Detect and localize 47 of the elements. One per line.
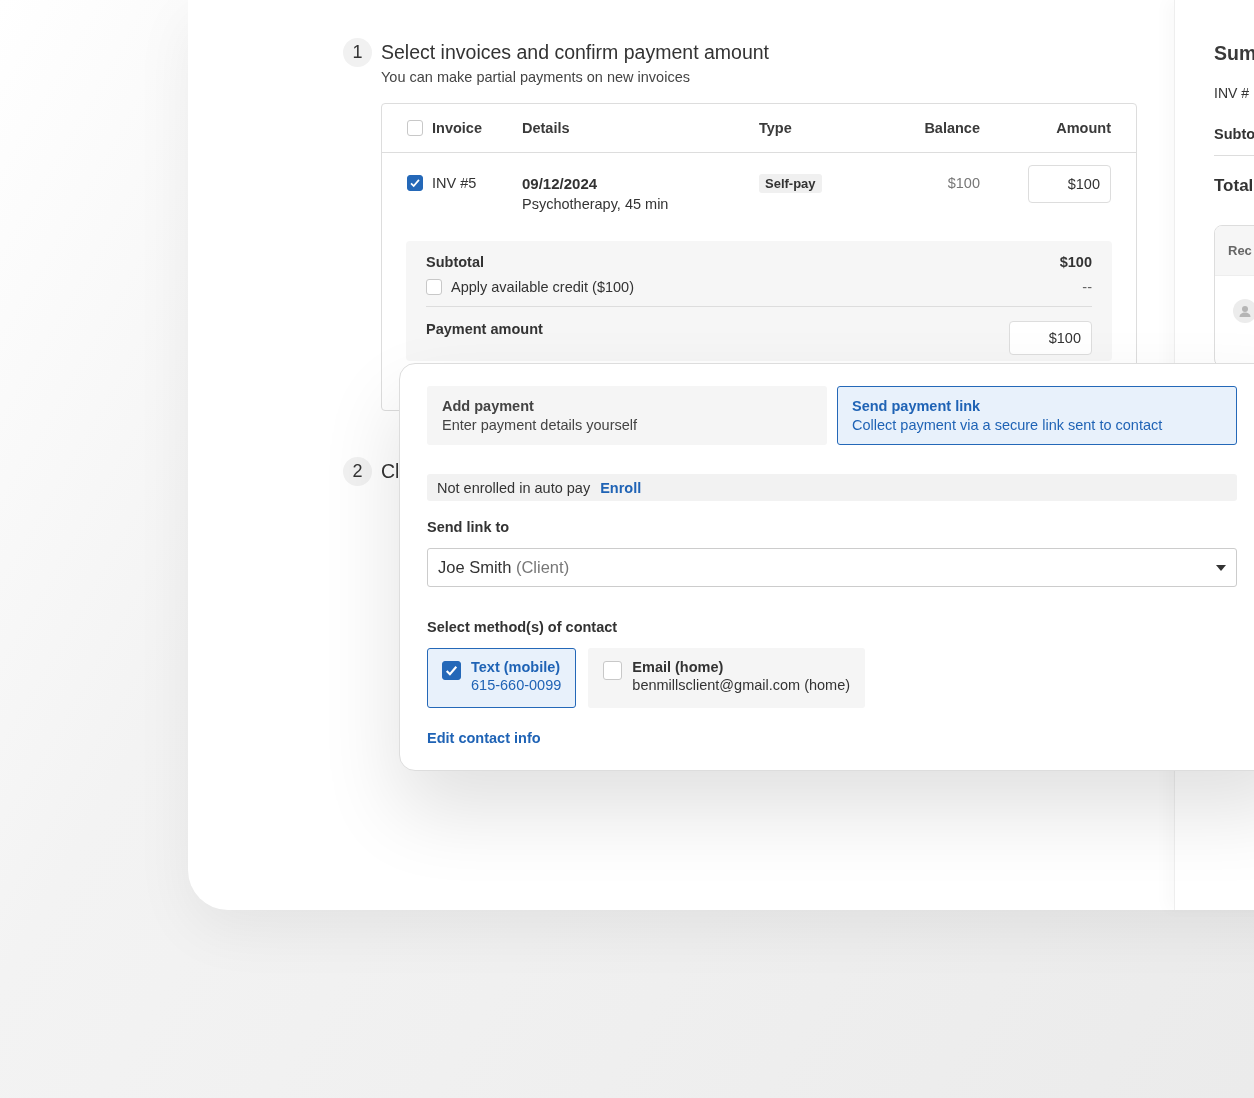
step-subtitle: You can make partial payments on new invoices bbox=[381, 69, 691, 85]
avatar-icon bbox=[1233, 299, 1254, 323]
select-all-checkbox[interactable] bbox=[407, 120, 423, 136]
step-title: Cl bbox=[381, 460, 400, 483]
service-name: Psychotherapy, 45 min bbox=[522, 196, 670, 212]
summary-line: INV # bbox=[1214, 85, 1250, 101]
enroll-link[interactable]: Enroll bbox=[600, 479, 642, 496]
edit-contact-link[interactable]: Edit contact info bbox=[427, 730, 541, 746]
methods-label: Select method(s) of contact bbox=[427, 619, 619, 635]
summary-subtotal: Subto bbox=[1214, 126, 1254, 156]
contact-method-option[interactable]: Text (mobile) 615-660-0099 bbox=[427, 648, 577, 708]
method-title: Email (home) bbox=[632, 659, 725, 675]
autopay-status: Not enrolled in auto pay bbox=[437, 479, 591, 496]
credit-value: -- bbox=[1082, 279, 1092, 295]
step-number: 1 bbox=[343, 38, 372, 67]
method-title: Text (mobile) bbox=[471, 659, 562, 675]
step-number: 2 bbox=[343, 457, 372, 486]
column-header: Details bbox=[522, 120, 570, 136]
column-header: Invoice bbox=[432, 120, 482, 136]
payment-option[interactable]: Send payment link Collect payment via a secure link sent to contact bbox=[837, 386, 1237, 445]
invoice-number: INV #5 bbox=[432, 175, 477, 191]
subtotal-value: $100 bbox=[1059, 254, 1092, 270]
column-header: Type bbox=[759, 120, 792, 136]
method-checkbox[interactable] bbox=[603, 661, 623, 680]
contact-method-option[interactable]: Email (home) benmillsclient@gmail.com (home) bbox=[588, 648, 866, 708]
credit-label: Apply available credit ($100) bbox=[451, 279, 634, 295]
method-detail: 615-660-0099 bbox=[471, 677, 562, 693]
summary-total: Total bbox=[1214, 176, 1254, 196]
subtotal-label: Subtotal bbox=[426, 254, 484, 270]
step-title: Select invoices and confirm payment amount bbox=[381, 41, 770, 64]
column-header: Balance bbox=[924, 120, 980, 136]
caret-icon bbox=[1216, 564, 1226, 571]
send-to-label: Send link to bbox=[427, 519, 511, 535]
payment-amount-label: Payment amount bbox=[426, 321, 543, 337]
balance-cell: $100 bbox=[947, 175, 980, 191]
method-checkbox[interactable] bbox=[442, 661, 461, 680]
method-detail: benmillsclient@gmail.com (home) bbox=[632, 677, 851, 693]
payment-amount-field[interactable]: $100 bbox=[1009, 321, 1092, 355]
row-checkbox[interactable] bbox=[407, 175, 423, 191]
column-header: Amount bbox=[1056, 120, 1111, 136]
session-date: 09/12/2024 bbox=[522, 175, 599, 192]
recipient-header: Rec bbox=[1228, 243, 1252, 258]
recipient-select[interactable]: Joe Smith (Client) bbox=[427, 548, 1237, 587]
credit-checkbox[interactable] bbox=[426, 279, 442, 295]
type-tag: Self-pay bbox=[759, 174, 822, 193]
amount-field[interactable]: $100 bbox=[1028, 165, 1111, 203]
payment-option[interactable]: Add payment Enter payment details yourself bbox=[427, 386, 827, 445]
